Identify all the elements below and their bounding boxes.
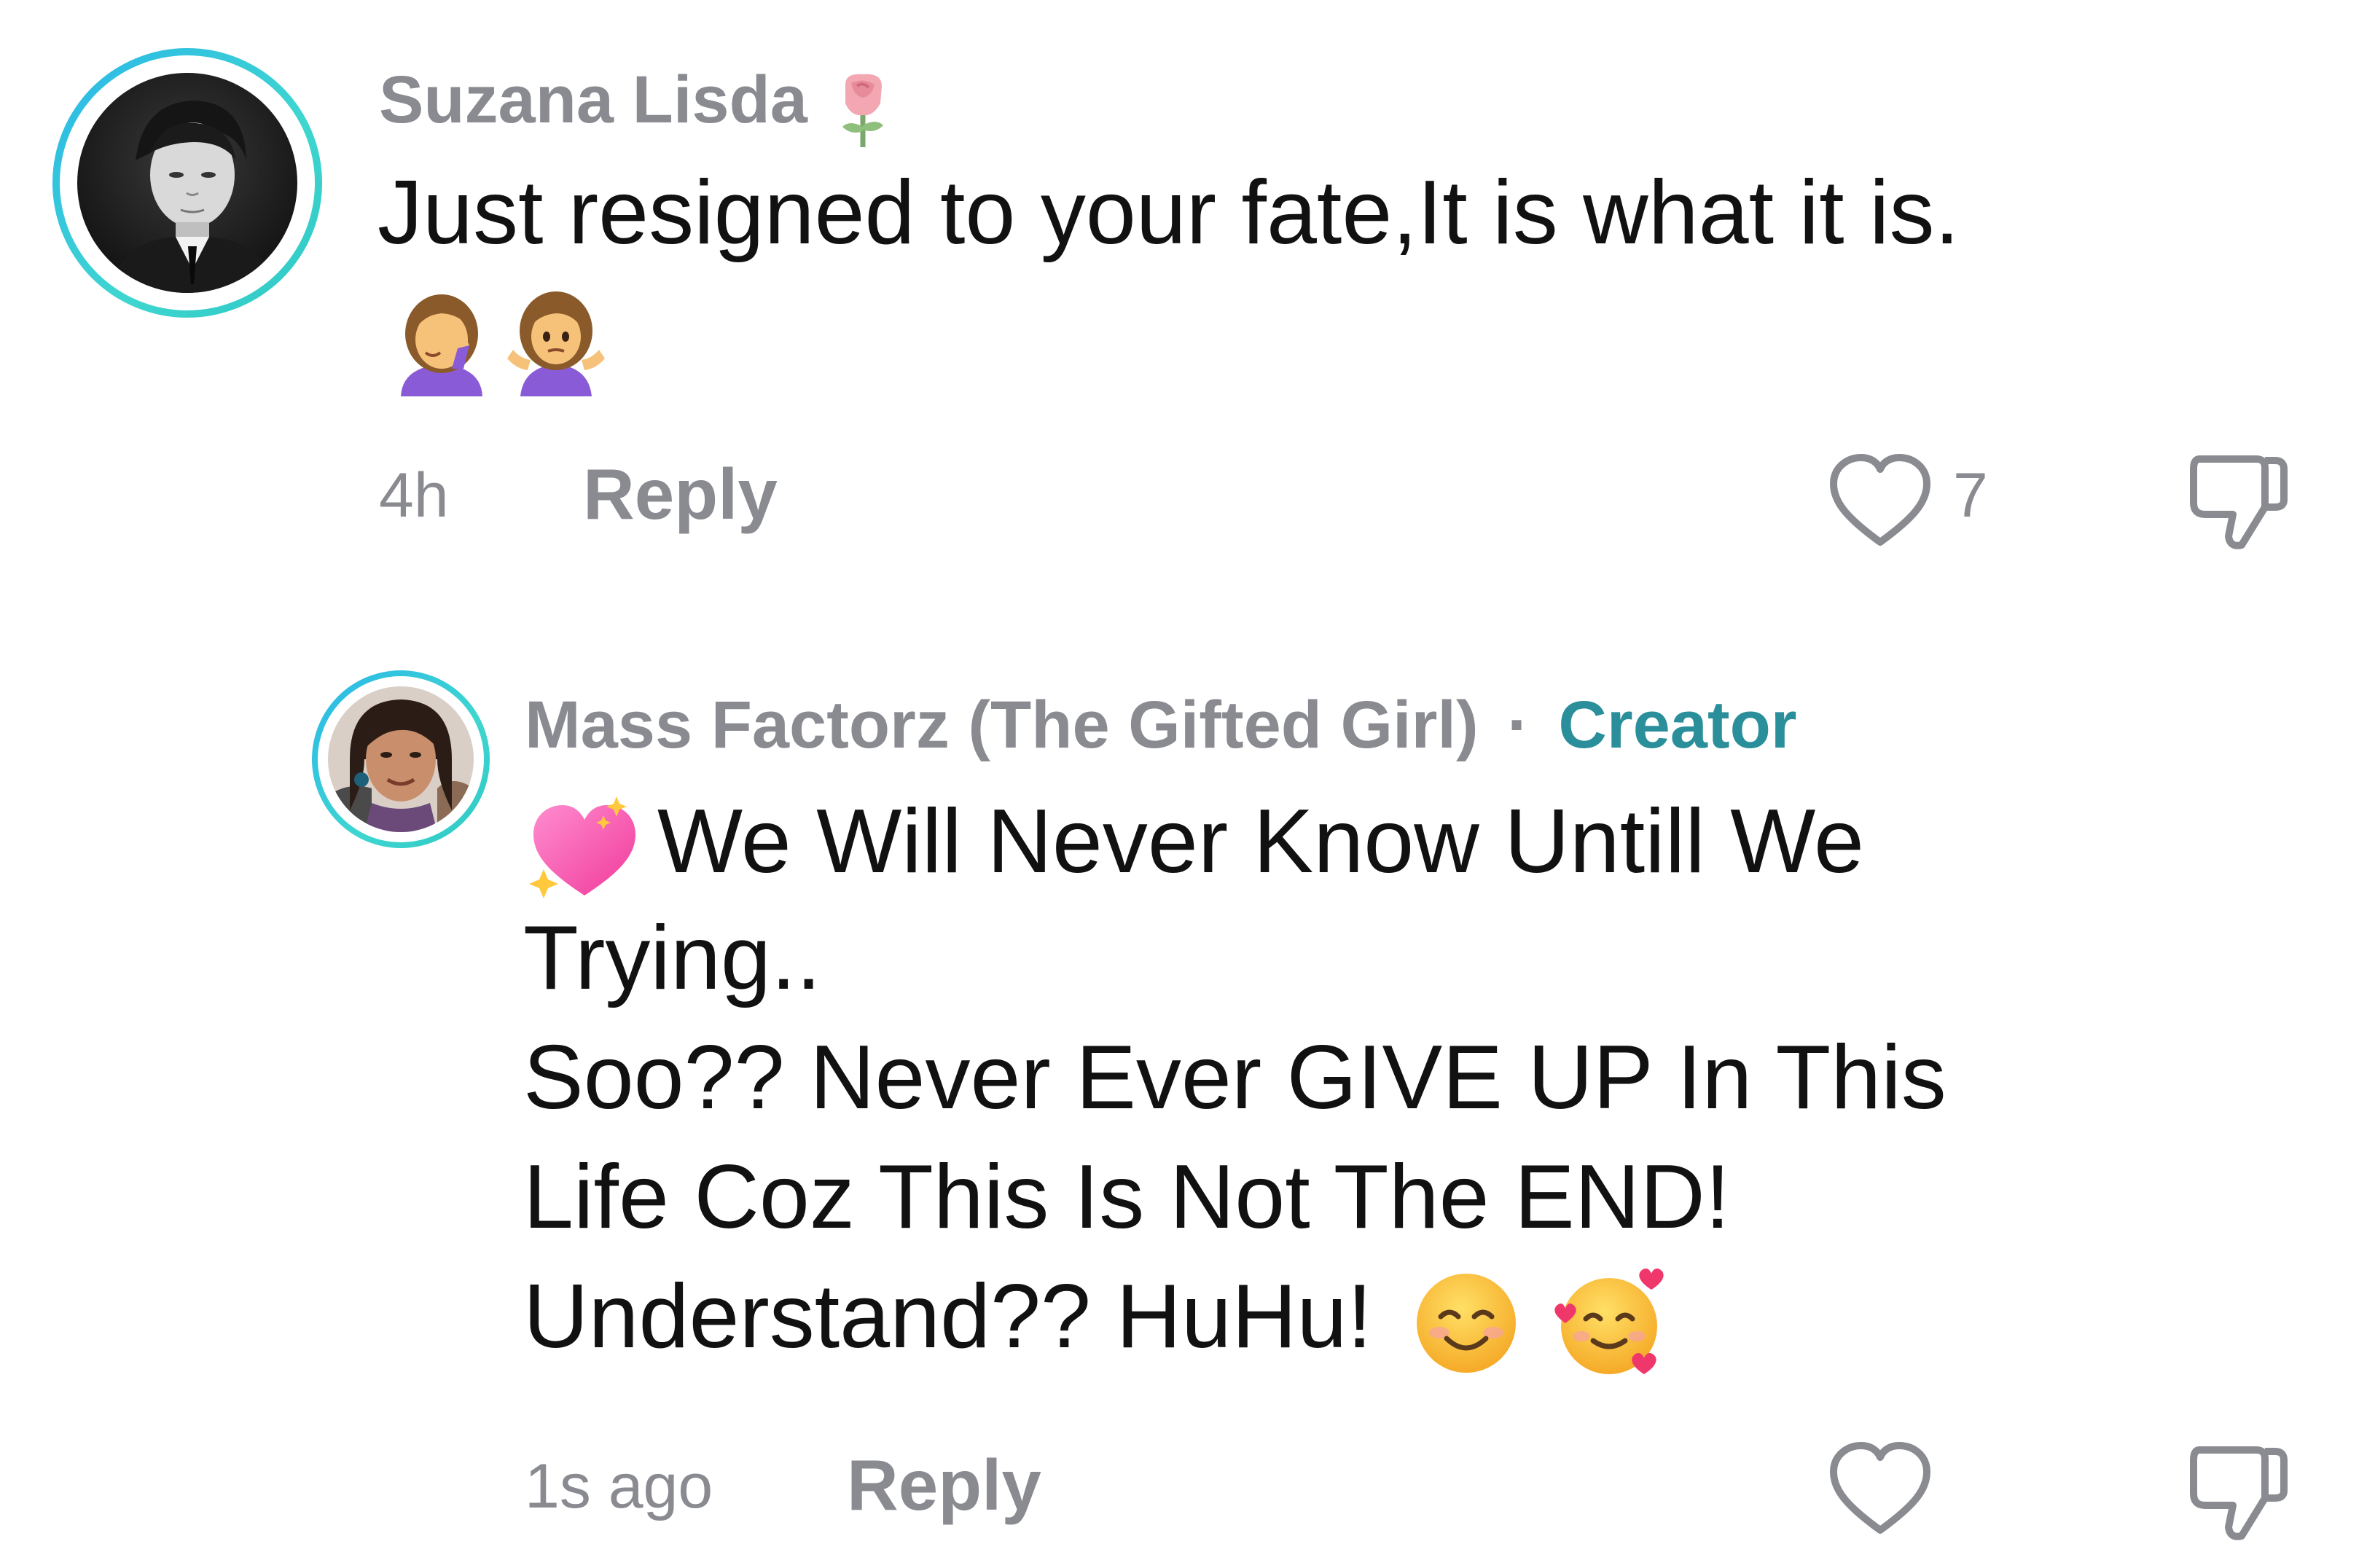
username[interactable]: Suzana Lisda xyxy=(379,60,899,147)
comment-time: 1s ago xyxy=(525,1451,713,1521)
username-text[interactable]: Suzana Lisda xyxy=(379,63,807,137)
reply-button[interactable]: Reply xyxy=(583,452,778,536)
username[interactable]: Mass Factorz (The Gifted Girl) · Creator xyxy=(525,685,1797,765)
heart-icon xyxy=(1830,1442,1930,1534)
comment-text: Just resigned to your fate,It is what it… xyxy=(377,162,1960,263)
profile-photo-icon xyxy=(328,686,474,832)
woman-shrugging-icon xyxy=(501,289,611,396)
profile-photo-icon xyxy=(77,73,297,293)
heart-icon xyxy=(1830,454,1930,546)
smiling-face-with-hearts-icon xyxy=(1549,1265,1673,1381)
reply-button[interactable]: Reply xyxy=(847,1443,1041,1527)
thumbs-down-icon xyxy=(2190,455,2288,549)
thumbs-down-icon xyxy=(2190,1446,2288,1540)
dislike-button[interactable] xyxy=(2183,444,2293,554)
comment-emoji-line xyxy=(394,289,611,398)
rose-icon xyxy=(829,68,899,147)
comment-text-line-4: Life Coz This Is Not The END! xyxy=(523,1147,1731,1247)
comment-text-line-1: We Will Never Know Untill We xyxy=(523,787,1864,899)
comment-item-creator-reply: Mass Factorz (The Gifted Girl) · Creator… xyxy=(0,641,2367,1568)
comment-text-line-5: Understand?? HuHu! xyxy=(523,1262,1673,1375)
like-button[interactable] xyxy=(1826,1440,1934,1542)
username-text[interactable]: Mass Factorz (The Gifted Girl) xyxy=(525,688,1479,762)
dislike-button[interactable] xyxy=(2183,1435,2293,1545)
sparkling-heart-icon xyxy=(523,793,640,903)
separator-dot: · xyxy=(1507,688,1530,762)
like-count: 7 xyxy=(1953,460,1988,530)
smiling-face-icon xyxy=(1412,1269,1521,1378)
avatar[interactable] xyxy=(52,48,322,318)
avatar[interactable] xyxy=(312,670,490,848)
comment-text-line-3: Soo?? Never Ever GIVE UP In This xyxy=(523,1027,1947,1128)
creator-badge: Creator xyxy=(1558,688,1797,762)
comment-time: 4h xyxy=(379,460,449,530)
woman-facepalming-icon xyxy=(394,289,490,396)
comment-text-line-2: Trying.. xyxy=(523,908,821,1008)
comment-item-suzana: Suzana Lisda Just resigned to your fate,… xyxy=(0,0,2367,597)
like-button[interactable] xyxy=(1826,452,1934,554)
